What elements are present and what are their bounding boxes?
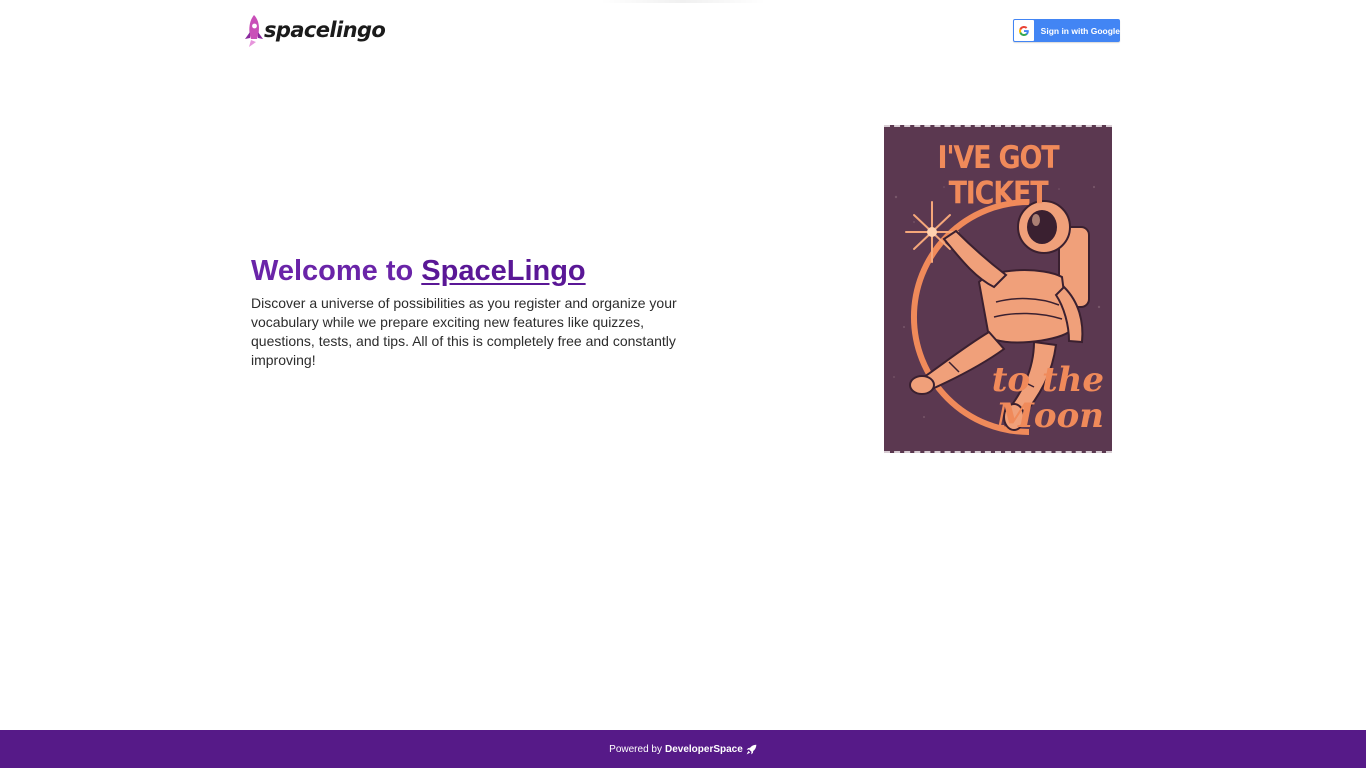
footer-powered-label: Powered by (609, 743, 662, 755)
rocket-logo-icon (245, 15, 263, 47)
logo[interactable]: spacelingo (244, 12, 386, 48)
footer: Powered by DeveloperSpace (0, 730, 1366, 768)
poster-headline: I'VE GOT TICKET (937, 140, 1060, 212)
hero-section: Welcome to SpaceLingo Discover a univers… (251, 254, 691, 370)
poster-script-line2: Moon (996, 396, 1104, 436)
hero-title-prefix: Welcome to (251, 255, 422, 287)
logo-text: spacelingo (264, 18, 386, 42)
hero-title: Welcome to SpaceLingo (251, 254, 691, 288)
google-signin-label: Sign in with Google (1040, 25, 1120, 36)
poster-script-line1: to the (991, 360, 1104, 400)
google-signin-button[interactable]: Sign in with Google (1013, 19, 1120, 42)
rocket-icon (746, 744, 757, 754)
footer-brand-link[interactable]: DeveloperSpace (665, 744, 743, 755)
astronaut-poster: I'VE GOT TICKET to the Moon (884, 125, 1112, 453)
google-g-icon (1014, 20, 1034, 41)
hero-description: Discover a universe of possibilities as … (251, 295, 677, 368)
hero-title-brand-link[interactable]: SpaceLingo (421, 255, 585, 287)
top-shadow (600, 0, 766, 3)
